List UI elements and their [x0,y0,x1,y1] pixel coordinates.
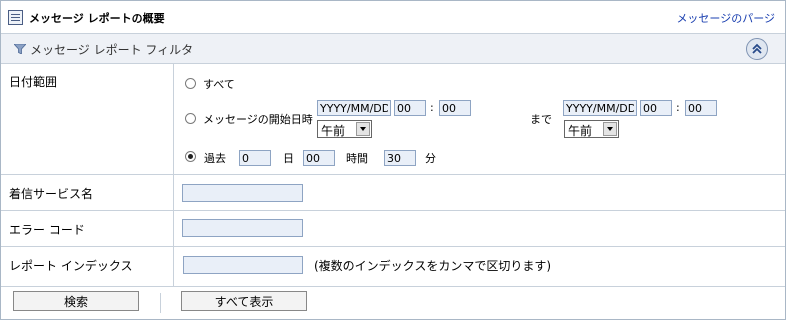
end-time-colon: : [676,101,680,114]
end-ampm-value: 午前 [568,124,593,138]
filter-icon [14,44,26,54]
hours-unit: 時間 [346,152,368,165]
start-time-colon: : [430,101,434,114]
error-code-label: エラー コード [9,223,85,237]
start-ampm-select[interactable]: 午前 [317,120,372,138]
report-index-input[interactable] [183,256,303,274]
purge-messages-link[interactable]: メッセージのパージ [676,10,775,26]
chevron-down-icon [356,122,370,136]
collapse-icon[interactable] [746,38,768,60]
past-days-input[interactable] [239,150,271,166]
service-name-input[interactable] [182,184,303,202]
report-index-hint: (複数のインデックスをカンマで区切ります) [314,259,552,273]
chevron-down-icon [603,122,617,136]
service-row: 着信サービス名 [1,175,785,211]
document-icon [8,10,23,25]
until-label: まで [530,113,552,126]
past-minutes-input[interactable] [384,150,416,166]
radio-all-label: すべて [203,78,235,91]
end-ampm-select[interactable]: 午前 [564,120,619,138]
end-date-input[interactable] [563,100,637,116]
search-button[interactable]: 検索 [13,291,139,311]
button-bar: 検索 すべて表示 [1,287,785,319]
days-unit: 日 [283,152,294,165]
radio-past[interactable] [185,151,196,162]
end-min-input[interactable] [685,100,717,116]
radio-start-datetime[interactable] [185,113,196,124]
report-index-label: レポート インデックス [9,259,133,273]
error-code-input[interactable] [182,219,303,237]
service-label: 着信サービス名 [9,187,94,201]
report-summary-panel: メッセージ レポートの概要 メッセージのパージ メッセージ レポート フィルタ … [0,0,786,320]
date-range-label: 日付範囲 [9,75,58,89]
filter-label: メッセージ レポート フィルタ [30,43,194,57]
minutes-unit: 分 [425,152,436,165]
start-date-input[interactable] [317,100,391,116]
start-ampm-value: 午前 [321,124,346,138]
past-hours-input[interactable] [303,150,335,166]
radio-start-label: メッセージの開始日時 [203,113,313,126]
radio-all[interactable] [185,78,196,89]
error-code-row: エラー コード [1,211,785,247]
filter-bar[interactable]: メッセージ レポート フィルタ [1,34,785,64]
radio-past-label: 過去 [204,152,226,165]
panel-header: メッセージ レポートの概要 メッセージのパージ [1,1,785,34]
show-all-button[interactable]: すべて表示 [181,291,307,311]
start-min-input[interactable] [439,100,471,116]
button-separator [160,293,161,313]
end-hour-input[interactable] [640,100,672,116]
start-hour-input[interactable] [394,100,426,116]
page-title: メッセージ レポートの概要 [29,12,165,25]
date-range-row: 日付範囲 すべて メッセージの開始日時 : 午前 まで : 午前 過去 日 時間… [1,64,785,175]
report-index-row: レポート インデックス (複数のインデックスをカンマで区切ります) [1,247,785,287]
